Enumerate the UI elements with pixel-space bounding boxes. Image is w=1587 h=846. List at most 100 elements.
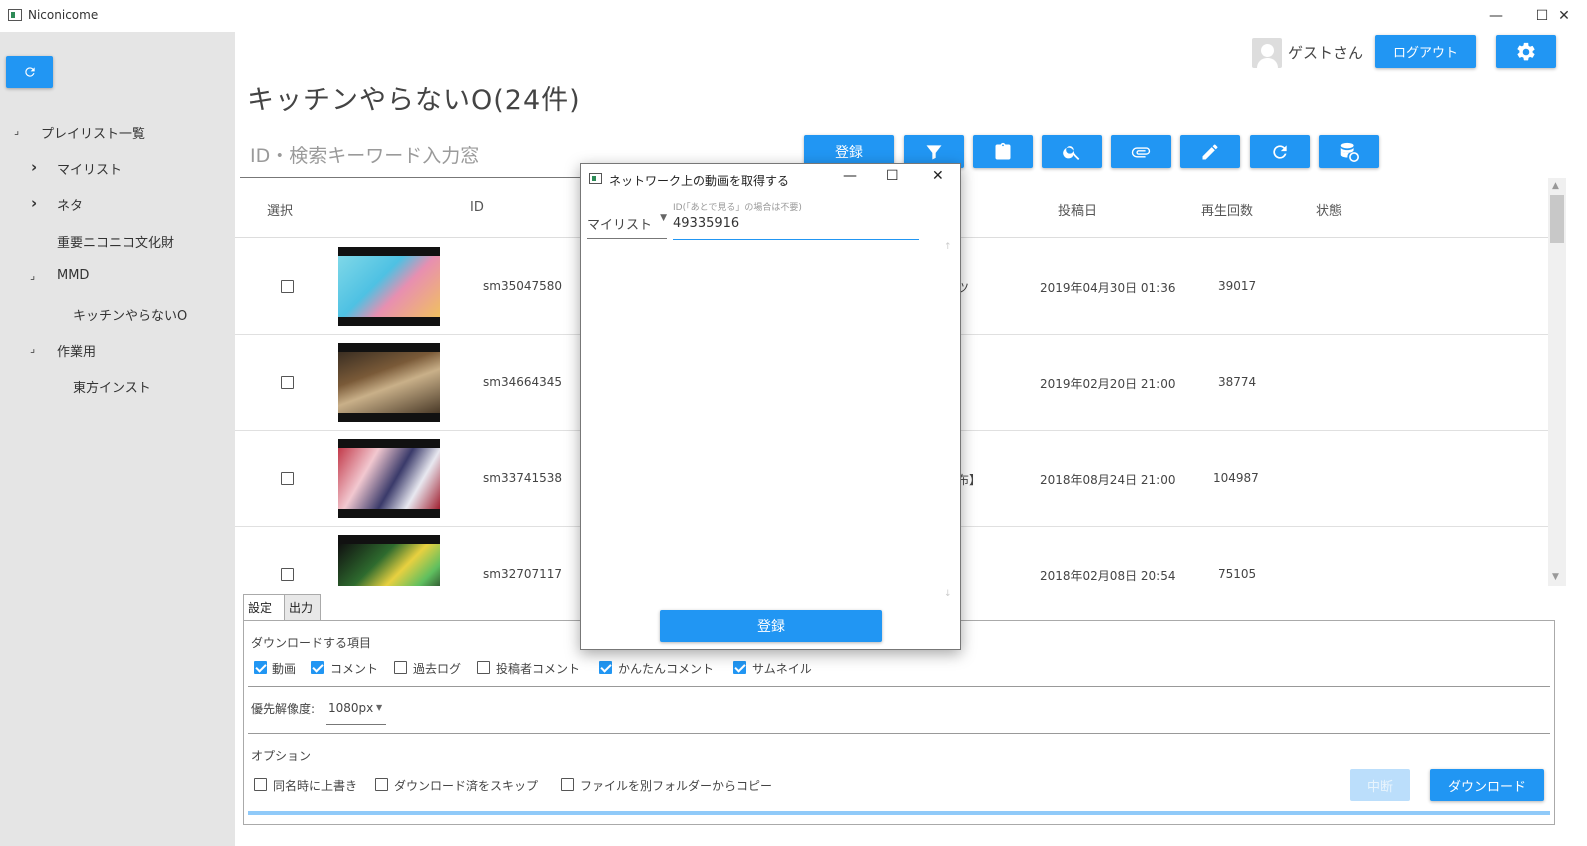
source-type-value: マイリスト — [587, 218, 653, 233]
checkbox-video-label: 動画 — [272, 662, 297, 676]
view-count: 104987 — [1213, 471, 1259, 485]
checkbox-past-log[interactable] — [394, 661, 407, 674]
checkbox-owner-comment[interactable] — [477, 661, 490, 674]
refresh-icon — [1273, 144, 1287, 159]
checkbox-overwrite-label: 同名時に上書き — [273, 779, 358, 793]
id-field-value[interactable]: 49335916 — [673, 216, 739, 231]
tree-item-important[interactable]: 重要ニコニコ文化財 — [57, 232, 174, 251]
posted-date: 2018年02月08日 20:54 — [1040, 569, 1176, 583]
table-scrollbar[interactable]: ▲ ▼ — [1548, 178, 1566, 586]
fetch-network-video-dialog: ネットワーク上の動画を取得する — ☐ ✕ マイリスト ▼ ID(「あとで見る」… — [580, 163, 961, 650]
checkbox-skip-downloaded[interactable] — [375, 778, 388, 791]
download-button[interactable]: ダウンロード — [1430, 769, 1544, 801]
row-select-checkbox[interactable] — [281, 280, 294, 293]
view-count: 39017 — [1218, 279, 1257, 293]
logout-button[interactable]: ログアウト — [1375, 35, 1476, 68]
tab-settings[interactable]: 設定 — [243, 594, 285, 621]
checkbox-owner-comment-label: 投稿者コメント — [496, 662, 581, 676]
user-name: ゲストさん — [1288, 44, 1364, 62]
tree-item-playlist-root[interactable]: プレイリスト一覧 — [41, 123, 145, 142]
avatar — [1252, 38, 1282, 68]
scroll-down-icon[interactable]: ↓ — [944, 589, 952, 599]
page-title: キッチンやらないO(24件) — [247, 85, 581, 116]
id-field[interactable]: ID(「あとで見る」の場合は不要) 49335916 — [673, 200, 919, 240]
tree-item-mylist[interactable]: マイリスト — [57, 159, 122, 178]
row-select-checkbox[interactable] — [281, 376, 294, 389]
title-bar: Niconicome — ☐ ✕ — [0, 0, 1587, 32]
refresh-list-button[interactable] — [1250, 135, 1310, 168]
database-sync-button[interactable] — [1319, 135, 1379, 168]
minimize-button-overlay — [1473, 0, 1519, 31]
video-thumbnail — [338, 343, 440, 422]
video-id: sm34664345 — [483, 375, 563, 389]
dialog-maximize-button[interactable]: ☐ — [886, 168, 899, 184]
attach-icon — [1131, 146, 1151, 157]
gear-icon — [1517, 42, 1535, 60]
main-window: Niconicome — ☐ ✕ ⌟ プレイリスト一覧 › マイリスト › ネタ… — [0, 0, 1587, 846]
edit-icon — [1202, 143, 1218, 159]
options-label: オプション — [251, 749, 312, 763]
checkbox-video[interactable] — [254, 661, 267, 674]
tree-item-mmd[interactable]: MMD — [57, 268, 89, 283]
id-field-hint: ID(「あとで見る」の場合は不要) — [673, 203, 802, 213]
clipboard-button[interactable] — [973, 135, 1033, 168]
download-items-label: ダウンロードする項目 — [251, 636, 372, 650]
video-id: sm32707117 — [483, 567, 563, 581]
database-sync-icon — [1340, 142, 1359, 162]
tree-collapse-icon[interactable]: › — [31, 194, 37, 212]
scroll-up-icon[interactable]: ▲ — [1552, 181, 1559, 191]
video-thumbnail — [338, 247, 440, 326]
search-field[interactable] — [240, 136, 585, 178]
filter-icon — [926, 144, 942, 159]
search-input[interactable] — [240, 136, 585, 176]
column-posted[interactable]: 投稿日 — [1058, 200, 1097, 219]
chevron-down-icon: ▼ — [376, 703, 383, 712]
dialog-close-button[interactable]: ✕ — [932, 168, 944, 184]
search-button[interactable] — [1042, 135, 1102, 168]
playlist-sidebar: ⌟ プレイリスト一覧 › マイリスト › ネタ 重要ニコニコ文化財 ⌟ MMD … — [0, 32, 235, 846]
scroll-down-icon[interactable]: ▼ — [1552, 572, 1559, 582]
close-button[interactable]: ✕ — [1541, 0, 1587, 32]
video-thumbnail — [338, 535, 440, 586]
divider — [248, 686, 1550, 687]
tree-item-touhou[interactable]: 東方インスト — [73, 377, 151, 396]
scrollbar-thumb[interactable] — [1550, 195, 1564, 243]
tree-collapse-icon[interactable]: › — [31, 158, 37, 176]
sidebar-refresh-button[interactable] — [6, 56, 53, 88]
checkbox-copy-from-folder[interactable] — [561, 778, 574, 791]
checkbox-easy-comment[interactable] — [599, 661, 612, 674]
tree-item-kitchen[interactable]: キッチンやらないO — [73, 305, 187, 324]
dialog-minimize-button[interactable]: — — [843, 168, 857, 184]
settings-button[interactable] — [1496, 35, 1556, 68]
refresh-icon — [24, 67, 35, 77]
attach-button[interactable] — [1111, 135, 1171, 168]
column-select[interactable]: 選択 — [267, 200, 293, 219]
checkbox-thumbnail[interactable] — [733, 661, 746, 674]
checkbox-comment-label: コメント — [330, 662, 379, 676]
checkbox-overwrite[interactable] — [254, 778, 267, 791]
column-id[interactable]: ID — [470, 200, 484, 215]
abort-button[interactable]: 中断 — [1350, 769, 1410, 801]
tree-item-neta[interactable]: ネタ — [57, 195, 83, 214]
resolution-label: 優先解像度: — [251, 702, 316, 716]
column-views[interactable]: 再生回数 — [1201, 200, 1253, 219]
checkbox-thumbnail-label: サムネイル — [752, 662, 812, 676]
progress-bar — [248, 811, 1550, 815]
column-status[interactable]: 状態 — [1316, 200, 1342, 219]
tree-item-work[interactable]: 作業用 — [57, 341, 96, 360]
scroll-up-icon[interactable]: ↑ — [944, 242, 952, 252]
row-select-checkbox[interactable] — [281, 472, 294, 485]
row-select-checkbox[interactable] — [281, 568, 294, 581]
checkbox-comment[interactable] — [311, 661, 324, 674]
tree-expand-icon[interactable]: ⌟ — [14, 124, 19, 137]
tree-expand-icon[interactable]: ⌟ — [30, 269, 35, 282]
edit-button[interactable] — [1180, 135, 1240, 168]
source-type-select[interactable]: マイリスト ▼ — [587, 207, 667, 239]
checkbox-skip-downloaded-label: ダウンロード済をスキップ — [394, 779, 539, 793]
app-icon — [589, 173, 602, 184]
view-count: 75105 — [1218, 567, 1257, 581]
resolution-select[interactable]: 1080px ▼ — [326, 697, 386, 725]
tree-expand-icon[interactable]: ⌟ — [30, 342, 35, 355]
dialog-register-button[interactable]: 登録 — [660, 610, 882, 642]
tab-output[interactable]: 出力 — [284, 594, 321, 621]
